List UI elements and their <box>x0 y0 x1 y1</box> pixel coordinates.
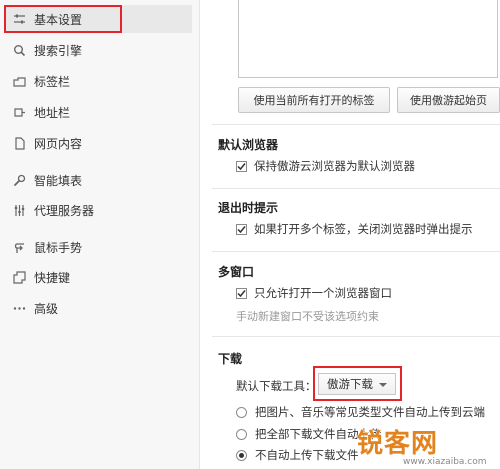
default-browser-title: 默认浏览器 <box>218 138 279 152</box>
watermark-url: www.xiazaiba.com <box>403 457 487 467</box>
homepage-list[interactable] <box>238 0 498 78</box>
exit-prompt-checkbox[interactable] <box>236 223 247 235</box>
exit-prompt-label: 如果打开多个标签，关闭浏览器时弹出提示 <box>254 222 473 236</box>
divider <box>212 336 500 337</box>
divider <box>212 188 500 189</box>
divider <box>212 251 500 252</box>
sidebar-item-label: 搜索引擎 <box>34 43 83 58</box>
sidebar-item-label: 高级 <box>34 301 59 316</box>
exit-prompt-title: 退出时提示 <box>218 201 279 215</box>
sidebar-item-label: 鼠标手势 <box>34 240 83 255</box>
sidebar-item-smart-fill[interactable]: 智能填表 <box>4 166 192 194</box>
upload-common-radio[interactable] <box>236 406 247 418</box>
sidebar-item-label: 快捷键 <box>34 270 71 285</box>
sidebar-item-advanced[interactable]: 高级 <box>4 294 192 322</box>
search-icon <box>12 43 26 57</box>
mouse-gesture-icon <box>12 240 26 254</box>
sidebar-item-label: 网页内容 <box>34 136 83 151</box>
default-browser-label: 保持傲游云浏览器为默认浏览器 <box>254 159 415 173</box>
multi-window-checkbox[interactable] <box>236 287 247 299</box>
default-browser-checkbox[interactable] <box>236 160 247 172</box>
sidebar-item-label: 标签栏 <box>34 74 71 89</box>
multi-window-title: 多窗口 <box>218 265 255 279</box>
sidebar-item-shortcuts[interactable]: 快捷键 <box>4 263 192 291</box>
page-icon <box>12 136 26 150</box>
keyboard-icon <box>12 270 26 284</box>
multi-window-option[interactable]: 只允许打开一个浏览器窗口 <box>236 285 392 301</box>
tabs-icon <box>12 74 26 88</box>
chevron-down-icon <box>379 383 387 387</box>
sidebar-item-label: 代理服务器 <box>34 203 95 218</box>
sidebar-item-page-content[interactable]: 网页内容 <box>4 129 192 157</box>
download-tool-select[interactable]: 傲游下载 <box>318 373 396 395</box>
settings-content: 使用当前所有打开的标签 使用傲游起始页 默认浏览器 保持傲游云浏览器为默认浏览器… <box>200 0 500 469</box>
multi-window-label: 只允许打开一个浏览器窗口 <box>254 286 392 300</box>
watermark-logo-text: 锐客网 <box>356 429 439 460</box>
address-bar-icon <box>12 105 26 119</box>
more-icon <box>12 301 26 315</box>
upload-common-option[interactable]: 把图片、音乐等常见类型文件自动上传到云端 <box>236 404 485 420</box>
sidebar-item-tab-bar[interactable]: 标签栏 <box>4 67 192 95</box>
wrench-icon <box>12 173 26 187</box>
download-tool-value: 傲游下载 <box>327 377 373 391</box>
site-watermark: 锐客网 www.xiazaiba.com <box>353 423 500 469</box>
checkmark-icon <box>237 225 246 233</box>
sidebar-item-search-engine[interactable]: 搜索引擎 <box>4 36 192 64</box>
checkmark-icon <box>237 289 246 297</box>
sliders-icon <box>12 12 26 26</box>
sidebar-item-label: 地址栏 <box>34 105 71 120</box>
download-title: 下载 <box>218 352 243 366</box>
proxy-icon <box>12 203 26 217</box>
sidebar-item-label: 基本设置 <box>34 12 83 27</box>
multi-window-hint: 手动新建窗口不受该选项约束 <box>236 310 379 323</box>
upload-all-radio[interactable] <box>236 428 247 440</box>
no-upload-option[interactable]: 不自动上传下载文件 <box>236 447 359 463</box>
no-upload-radio[interactable] <box>236 449 247 461</box>
exit-prompt-option[interactable]: 如果打开多个标签，关闭浏览器时弹出提示 <box>236 221 473 237</box>
download-tool-label: 默认下载工具： <box>236 379 317 393</box>
settings-sidebar: 基本设置 搜索引擎 标签栏 地址栏 网页内容 智能填表 代理服务器 鼠标手势 快… <box>0 0 200 469</box>
sidebar-item-label: 智能填表 <box>34 173 83 188</box>
no-upload-label: 不自动上传下载文件 <box>255 448 359 462</box>
upload-common-label: 把图片、音乐等常见类型文件自动上传到云端 <box>255 405 485 419</box>
checkmark-icon <box>237 162 246 170</box>
sidebar-item-address-bar[interactable]: 地址栏 <box>4 98 192 126</box>
divider <box>212 124 500 125</box>
sidebar-item-mouse-gestures[interactable]: 鼠标手势 <box>4 233 192 261</box>
sidebar-item-proxy-server[interactable]: 代理服务器 <box>4 196 192 224</box>
default-browser-option[interactable]: 保持傲游云浏览器为默认浏览器 <box>236 158 415 174</box>
use-current-tabs-button[interactable]: 使用当前所有打开的标签 <box>238 87 390 113</box>
sidebar-item-basic-settings[interactable]: 基本设置 <box>4 5 192 33</box>
use-aoyou-start-button[interactable]: 使用傲游起始页 <box>397 87 500 113</box>
